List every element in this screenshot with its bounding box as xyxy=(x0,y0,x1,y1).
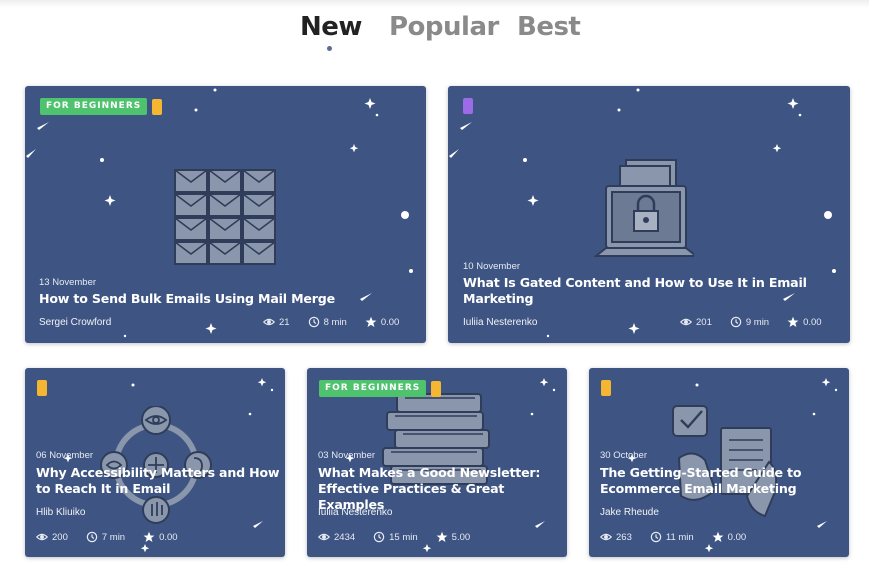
card-date: 13 November xyxy=(39,277,97,288)
read-time: 11 min xyxy=(665,531,694,543)
card-date: 06 November xyxy=(36,450,94,461)
clock-icon xyxy=(730,316,742,328)
card-meta: 201 9 min 0.00 xyxy=(680,316,822,328)
article-card[interactable]: 30 October The Getting-Started Guide to … xyxy=(589,368,849,557)
badge-group xyxy=(601,380,611,396)
views-count: 200 xyxy=(52,531,68,543)
card-author[interactable]: Sergei Crowford xyxy=(39,317,111,328)
read-time: 15 min xyxy=(389,531,418,543)
star-icon xyxy=(712,531,724,542)
active-tab-indicator xyxy=(327,46,332,51)
clock-icon xyxy=(308,316,319,328)
laptop-lock-icon xyxy=(594,159,694,257)
card-date: 10 November xyxy=(463,261,521,272)
category-chip xyxy=(463,98,473,114)
read-time: 9 min xyxy=(745,316,770,328)
views-count: 201 xyxy=(696,316,712,328)
card-date: 03 November xyxy=(318,450,376,461)
rating-value: 0.00 xyxy=(727,531,747,543)
article-card[interactable]: 06 November Why Accessibility Matters an… xyxy=(25,368,285,557)
card-meta: 21 8 min 0.00 xyxy=(263,316,399,328)
badge-group xyxy=(463,98,473,114)
envelope-puzzle-icon xyxy=(174,169,276,265)
card-title[interactable]: The Getting-Started Guide to Ecommerce E… xyxy=(600,465,845,497)
rating-value: 0.00 xyxy=(380,316,400,328)
card-meta: 200 7 min 0.00 xyxy=(36,531,178,543)
star-icon xyxy=(436,531,448,542)
card-title[interactable]: What Is Gated Content and How to Use It … xyxy=(463,275,818,307)
read-time: 8 min xyxy=(323,316,347,328)
card-date: 30 October xyxy=(600,450,647,461)
eye-icon xyxy=(263,318,275,326)
tab-new[interactable]: New xyxy=(300,12,362,42)
card-author[interactable]: Hlib Kliuiko xyxy=(36,507,85,518)
eye-icon xyxy=(318,533,330,541)
views-count: 21 xyxy=(279,316,290,328)
card-meta: 263 11 min 0.00 xyxy=(600,531,746,543)
clock-icon xyxy=(86,531,98,543)
rating-value: 5.00 xyxy=(451,531,471,543)
clock-icon xyxy=(373,531,385,543)
rating-value: 0.00 xyxy=(159,531,178,543)
views-count: 263 xyxy=(616,531,632,543)
card-title[interactable]: How to Send Bulk Emails Using Mail Merge xyxy=(39,291,409,307)
category-chip xyxy=(601,380,611,396)
badge-group: FOR BEGINNERS xyxy=(319,380,442,397)
eye-icon xyxy=(680,318,692,326)
article-card[interactable]: 10 November What Is Gated Content and Ho… xyxy=(448,86,850,343)
badge-group: FOR BEGINNERS xyxy=(40,98,163,115)
for-beginners-badge: FOR BEGINNERS xyxy=(319,380,427,397)
article-card[interactable]: FOR BEGINNERS 13 November How to Send Bu… xyxy=(25,86,426,343)
category-chip xyxy=(152,98,163,115)
checklist-hands-icon xyxy=(672,405,778,518)
card-author[interactable]: Jake Rheude xyxy=(600,507,659,518)
badge-group xyxy=(37,380,47,396)
tab-popular[interactable]: Popular xyxy=(389,12,499,42)
category-chip xyxy=(37,380,47,396)
star-icon xyxy=(143,531,155,542)
card-title[interactable]: Why Accessibility Matters and How to Rea… xyxy=(36,465,281,497)
card-title[interactable]: What Makes a Good Newsletter: Effective … xyxy=(318,465,563,513)
eye-icon xyxy=(600,533,612,541)
eye-icon xyxy=(36,533,48,541)
card-author[interactable]: Iuliia Nesterenko xyxy=(318,507,392,518)
top-shadow xyxy=(0,0,869,8)
tab-best[interactable]: Best xyxy=(517,12,581,42)
clock-icon xyxy=(650,531,662,543)
card-author[interactable]: Iuliia Nesterenko xyxy=(463,317,537,328)
article-card[interactable]: FOR BEGINNERS 03 November What Makes a G… xyxy=(307,368,567,557)
rating-value: 0.00 xyxy=(803,316,822,328)
category-chip xyxy=(431,380,442,397)
star-icon xyxy=(365,316,377,327)
for-beginners-badge: FOR BEGINNERS xyxy=(40,98,148,115)
views-count: 2434 xyxy=(334,531,356,543)
read-time: 7 min xyxy=(101,531,126,543)
card-meta: 2434 15 min 5.00 xyxy=(318,531,470,543)
tab-bar: New Popular Best xyxy=(0,12,869,60)
star-icon xyxy=(787,316,799,327)
